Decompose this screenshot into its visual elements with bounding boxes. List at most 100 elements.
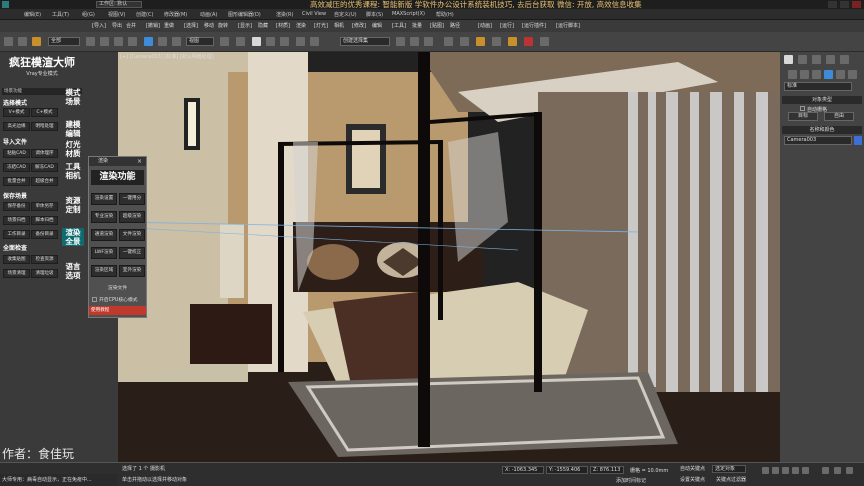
app-logo-icon[interactable] — [2, 1, 9, 8]
layer-manager-icon[interactable] — [396, 37, 405, 46]
play-icon[interactable] — [782, 467, 789, 474]
render-frame-icon[interactable] — [492, 37, 501, 46]
ribbon-item[interactable]: [显示] — [238, 22, 252, 29]
menu-item[interactable]: 编辑(E) — [24, 11, 41, 18]
auto-key-button[interactable]: 自动关键点 — [680, 465, 705, 472]
ribbon-item[interactable]: 隐藏 — [258, 22, 268, 29]
ribbon-item[interactable]: 旋转 — [218, 22, 228, 29]
ribbon-item[interactable]: [选择] — [184, 22, 198, 29]
menu-item[interactable]: 动画(A) — [200, 11, 217, 18]
plugin-button[interactable]: 收集贴图 — [3, 255, 30, 264]
plugin-button[interactable]: 单体另存 — [31, 202, 58, 211]
ribbon-item[interactable]: [材质] — [276, 22, 290, 29]
x-coordinate[interactable]: X: -1063.345 — [502, 466, 544, 474]
ribbon-item[interactable]: 导出 — [112, 22, 122, 29]
lights-icon[interactable] — [812, 70, 821, 79]
menu-item[interactable]: 工具(T) — [52, 11, 69, 18]
render-button[interactable]: 渲染区域 — [91, 265, 117, 277]
ribbon-item[interactable]: [撤销] — [146, 22, 160, 29]
plugin-button[interactable]: 解冻CAD — [31, 163, 58, 172]
bind-spacewarp-icon[interactable] — [32, 37, 41, 46]
render-button[interactable]: LWF渲染 — [91, 247, 117, 259]
render-button[interactable]: 室外渲染 — [119, 265, 145, 277]
move-icon[interactable] — [144, 37, 153, 46]
menu-item[interactable]: 自定义(U) — [334, 11, 357, 18]
vtab-light-material[interactable]: 灯光 材质 — [62, 140, 84, 158]
next-frame-icon[interactable] — [792, 467, 799, 474]
object-name-input[interactable]: Camera003 — [784, 136, 852, 145]
plugin-button[interactable]: 场景归档 — [3, 216, 30, 225]
object-color-swatch[interactable] — [854, 136, 862, 145]
free-camera-button[interactable]: 自由 — [824, 112, 854, 121]
vtab-tool-camera[interactable]: 工具 相机 — [62, 162, 84, 180]
plugin-button[interactable]: 批量合并 — [3, 177, 30, 186]
render-button[interactable]: 渲染设置 — [91, 193, 117, 205]
named-selection-dropdown[interactable]: 创建选择集 — [340, 37, 390, 46]
reference-coord-dropdown[interactable]: 视图 — [186, 37, 214, 46]
ribbon-item[interactable]: [灯光] — [314, 22, 328, 29]
add-time-tag[interactable]: 添加时间标记 — [616, 477, 646, 484]
render-button[interactable]: 超级渲染 — [119, 211, 145, 223]
key-filter-button[interactable]: 关键点过滤器 — [716, 476, 746, 483]
render-button[interactable]: 通道渲染 — [91, 229, 117, 241]
ribbon-item[interactable]: 渲染 — [296, 22, 306, 29]
pivot-center-icon[interactable] — [220, 37, 229, 46]
ribbon-item[interactable]: 路径 — [450, 22, 460, 29]
ribbon-item[interactable]: 编辑 — [372, 22, 382, 29]
category-dropdown[interactable]: 标准 — [784, 82, 852, 91]
mirror-icon[interactable] — [296, 37, 305, 46]
plugin-button[interactable]: 高光边缘 — [3, 122, 30, 131]
orbit-icon[interactable] — [846, 467, 853, 474]
plugin-button[interactable]: 明暗处理 — [31, 122, 58, 131]
workspace-tab[interactable]: 工作区: 默认 — [96, 1, 142, 8]
menu-item[interactable]: MAXScript(X) — [392, 11, 425, 17]
plugin-button[interactable]: 检查资源 — [31, 255, 58, 264]
menu-item[interactable]: 修改器(M) — [164, 11, 187, 18]
plugin-button[interactable]: 冻结CAD — [3, 163, 30, 172]
geometry-icon[interactable] — [788, 70, 797, 79]
ribbon-item[interactable]: 批量 — [412, 22, 422, 29]
display-tab-icon[interactable] — [840, 55, 849, 64]
link-icon[interactable] — [4, 37, 13, 46]
plugin-button[interactable]: C+模式 — [31, 108, 58, 117]
key-selection-dropdown[interactable]: 选定对象 — [712, 465, 746, 473]
plugin-button[interactable]: 清理垃圾 — [31, 269, 58, 278]
ribbon-item[interactable]: 相机 — [334, 22, 344, 29]
goto-start-icon[interactable] — [762, 467, 769, 474]
plugin-button[interactable]: 保存备份 — [3, 202, 30, 211]
angle-snap-icon[interactable] — [252, 37, 261, 46]
ribbon-item[interactable]: [运行插件] — [522, 22, 546, 29]
render-button[interactable]: 专业渲染 — [91, 211, 117, 223]
close-button[interactable] — [852, 1, 861, 8]
ribbon-item[interactable]: [工具] — [392, 22, 406, 29]
render-button[interactable]: 一键用分 — [119, 193, 145, 205]
unlink-icon[interactable] — [18, 37, 27, 46]
scale-icon[interactable] — [172, 37, 181, 46]
menu-item[interactable]: 脚本(S) — [366, 11, 383, 18]
ribbon-item[interactable]: [运行脚本] — [556, 22, 580, 29]
render-teapot-icon[interactable] — [508, 37, 517, 46]
set-key-button[interactable]: 设置关键点 — [680, 476, 705, 483]
camera-viewport[interactable]: [+] [Camera003] [标准] [默认明暗处理] — [118, 52, 780, 462]
goto-end-icon[interactable] — [802, 467, 809, 474]
render-panel-header[interactable]: 渲染 × — [89, 157, 146, 166]
plugin-button[interactable]: 粘贴CAD — [3, 149, 30, 158]
hierarchy-tab-icon[interactable] — [812, 55, 821, 64]
plugin-button[interactable]: 脚本归档 — [31, 216, 58, 225]
plugin-button[interactable]: 备份目录 — [31, 230, 58, 239]
vtab-resource-custom[interactable]: 资源 定制 — [62, 196, 84, 214]
menu-item[interactable]: 组(G) — [82, 11, 95, 18]
vray-icon[interactable] — [524, 37, 533, 46]
helpers-icon[interactable] — [836, 70, 845, 79]
plugin-button[interactable]: V+模式 — [3, 108, 30, 117]
viewport-label[interactable]: [+] [Camera003] [标准] [默认明暗处理] — [120, 53, 214, 60]
target-camera-button[interactable]: 目标 — [788, 112, 818, 121]
vtab-language-options[interactable]: 语言 选项 — [62, 262, 84, 280]
tutorial-button[interactable]: 使用教程 — [89, 306, 146, 315]
ribbon-item[interactable]: [运行] — [500, 22, 514, 29]
plugin-button[interactable]: 场景清理 — [3, 269, 30, 278]
prev-frame-icon[interactable] — [772, 467, 779, 474]
menu-item[interactable]: 帮助(H) — [436, 11, 454, 18]
rotate-icon[interactable] — [158, 37, 167, 46]
render-panel-close-icon[interactable]: × — [137, 157, 142, 166]
